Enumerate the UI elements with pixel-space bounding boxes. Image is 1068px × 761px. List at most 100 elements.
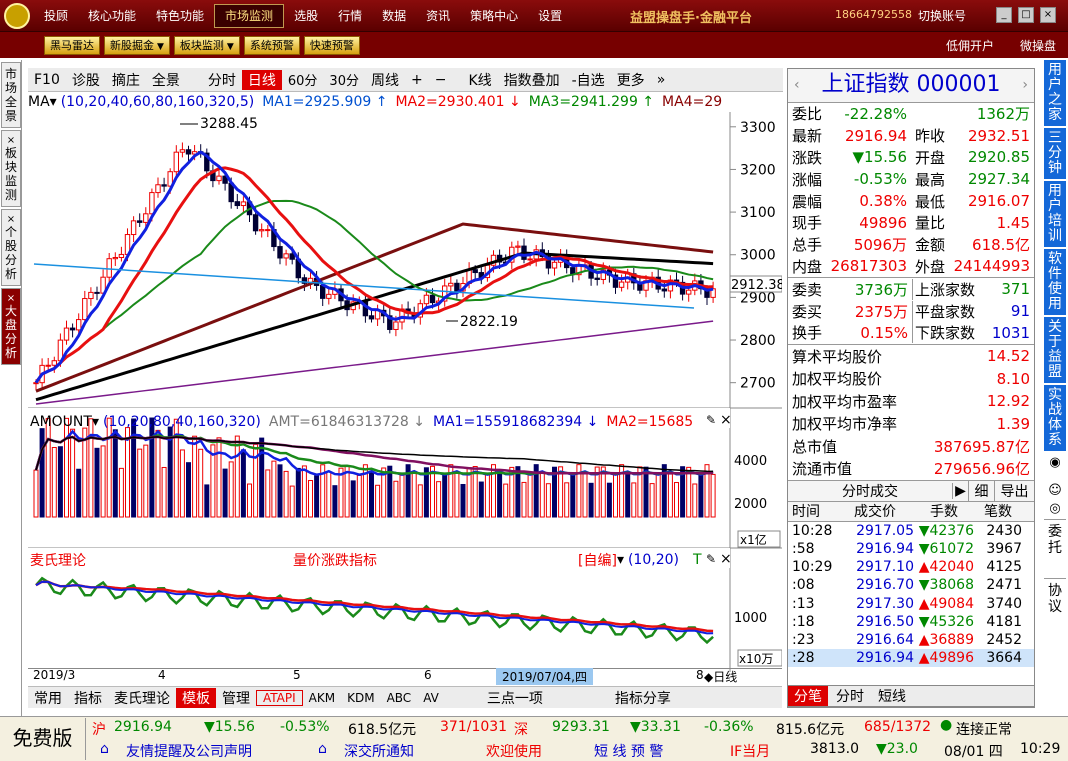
kline-chart[interactable]: 3300320031003000290028002700 3288.45 282… — [28, 112, 782, 672]
indicator-tab[interactable]: ABC — [381, 691, 418, 705]
tick-row[interactable]: :23 2916.64 ▲36889 2452 — [788, 631, 1034, 649]
menu-item[interactable]: 设置 — [528, 5, 572, 27]
export-button[interactable]: 导出 — [994, 480, 1034, 501]
indicator-tab[interactable]: AKM — [303, 691, 341, 705]
close-icon[interactable]: × — [720, 551, 732, 567]
play-icon[interactable]: ▶ — [952, 482, 968, 499]
kline-dropdown[interactable]: K线 — [462, 70, 497, 90]
right-tab[interactable]: 实战体系 — [1044, 385, 1066, 451]
chart-tool[interactable]: F10 — [28, 72, 66, 88]
ma-label[interactable]: MA — [28, 94, 50, 110]
indicator-tab[interactable]: 麦氏理论 — [108, 688, 176, 708]
low-commission-link[interactable]: 低佣开户 — [946, 37, 994, 54]
user-icon[interactable]: ☺ — [1044, 483, 1066, 501]
more-dropdown[interactable]: 更多 — [611, 70, 651, 90]
menu-item[interactable]: 行情 — [328, 5, 372, 27]
toolbar-button-label: 新股掘金 — [110, 38, 154, 52]
indicator-tab-active[interactable]: 模板 — [176, 687, 216, 708]
settings-icon[interactable]: ✎ — [706, 552, 716, 566]
tab-ticks[interactable]: 分笔 — [788, 686, 828, 706]
toolbar-button[interactable]: 快速预警 — [303, 35, 360, 55]
toolbar-button[interactable]: 板块监测 ▼ — [173, 35, 240, 55]
menu-item-active[interactable]: 市场监测 — [214, 4, 285, 28]
detail-button[interactable]: 细 — [968, 480, 994, 501]
prev-arrow-icon[interactable]: ‹ — [794, 69, 800, 101]
auto-edit-link[interactable]: [自编] — [578, 550, 617, 570]
micro-trading-link[interactable]: 微操盘 — [1020, 37, 1056, 54]
dropdown-arrow-icon[interactable]: ▾ — [617, 552, 624, 568]
chart-tool[interactable]: 诊股 — [66, 70, 106, 90]
tick-row[interactable]: :08 2916.70 ▼38068 2471 — [788, 576, 1034, 594]
period-tab[interactable]: 30分 — [323, 70, 365, 89]
switch-account-link[interactable]: 切换账号 — [918, 7, 966, 24]
close-icon[interactable]: × — [2, 293, 20, 304]
minimize-icon[interactable]: _ — [996, 7, 1012, 23]
toolbar-button[interactable]: 新股掘金 ▼ — [104, 35, 170, 55]
notice-link[interactable]: 深交所通知 — [344, 741, 414, 761]
indicator-tab[interactable]: 常用 — [28, 688, 68, 708]
toolbar-button[interactable]: 黑马雷达 — [44, 35, 100, 55]
chat-icon[interactable]: ◉ — [1044, 455, 1066, 473]
period-tab[interactable]: 周线 — [365, 70, 405, 90]
index-overlay-dropdown[interactable]: 指数叠加 — [498, 70, 566, 90]
right-tab[interactable]: 用户之家 — [1044, 60, 1066, 126]
left-tab[interactable]: 市场全景 — [1, 62, 21, 128]
menu-item[interactable]: 核心功能 — [78, 5, 146, 27]
notice-link[interactable]: 友情提醒及公司声明 — [126, 741, 252, 761]
link-icon[interactable]: ◎ — [1044, 501, 1066, 519]
daily-label[interactable]: ◆日线 — [704, 668, 737, 685]
left-tab-active[interactable]: × 大盘分析 — [1, 288, 21, 365]
agreement-button[interactable]: 协议 — [1044, 578, 1066, 619]
right-tab[interactable]: 关于益盟 — [1044, 317, 1066, 383]
tick-row[interactable]: 10:28 2917.05 ▼42376 2430 — [788, 522, 1034, 540]
order-button[interactable]: 委托 — [1044, 519, 1066, 560]
close-icon[interactable]: × — [720, 412, 732, 428]
toolbar-button[interactable]: 系统预警 — [243, 35, 300, 55]
menu-item[interactable]: 资讯 — [416, 5, 460, 27]
right-tab[interactable]: 用户培训 — [1044, 181, 1066, 247]
tick-row[interactable]: :13 2917.30 ▲49084 3740 — [788, 595, 1034, 613]
menu-item[interactable]: 策略中心 — [460, 5, 528, 27]
period-tab[interactable]: 分时 — [202, 70, 242, 90]
chart-tool[interactable]: 摘庄 — [106, 70, 146, 90]
period-tab-active[interactable]: 日线 — [241, 69, 282, 90]
amount-label[interactable]: AMOUNT — [30, 414, 92, 430]
indicator-tab[interactable]: 指标 — [68, 688, 108, 708]
maximize-icon[interactable]: □ — [1018, 7, 1034, 23]
watchlist-dropdown[interactable]: -自选 — [566, 70, 611, 90]
dropdown-arrow-icon[interactable]: ▾ — [92, 414, 99, 430]
menu-item[interactable]: 特色功能 — [146, 5, 214, 27]
tick-row[interactable]: :18 2916.50 ▼45326 4181 — [788, 613, 1034, 631]
close-icon[interactable]: × — [1040, 7, 1056, 23]
menu-item[interactable]: 选股 — [284, 5, 328, 27]
close-icon[interactable]: × — [2, 135, 20, 146]
right-tab[interactable]: 三分钟 — [1044, 128, 1066, 179]
indicator-tab[interactable]: 三点一项 — [481, 688, 549, 708]
chart-tool[interactable]: 全景 — [146, 70, 186, 90]
tab-shortline[interactable]: 短线 — [872, 686, 912, 706]
tick-row[interactable]: 10:29 2917.10 ▲42040 4125 — [788, 558, 1034, 576]
indicator-tab[interactable]: KDM — [341, 691, 380, 705]
right-tab[interactable]: 软件使用 — [1044, 249, 1066, 315]
left-tab[interactable]: × 个股分析 — [1, 209, 21, 286]
menu-item[interactable]: 数据 — [372, 5, 416, 27]
tab-timeshare[interactable]: 分时 — [828, 686, 872, 706]
left-tab[interactable]: × 板块监测 — [1, 130, 21, 207]
close-icon[interactable]: × — [2, 214, 20, 225]
settings-icon[interactable]: ✎ — [706, 413, 716, 427]
tick-row[interactable]: :28 2916.94 ▲49896 3664 — [788, 649, 1034, 668]
menu-item[interactable]: 投顾 — [34, 5, 78, 27]
zoom-in-button[interactable]: + — [405, 72, 429, 88]
ticks-list[interactable]: 10:28 2917.05 ▼42376 2430:58 2916.94 ▼61072 39… — [788, 522, 1034, 668]
period-tab[interactable]: 60分 — [282, 70, 324, 89]
dropdown-arrow-icon[interactable]: ▾ — [50, 94, 57, 110]
indicator-share-dropdown[interactable]: 指标分享 — [609, 688, 677, 708]
indicator-tab[interactable]: ATAPI — [256, 689, 303, 706]
indicator-tab[interactable]: AV — [417, 691, 445, 705]
tick-row[interactable]: :58 2916.94 ▼61072 3967 — [788, 540, 1034, 558]
indicator-tab[interactable]: 管理 — [216, 688, 256, 708]
expand-button[interactable]: » — [651, 72, 672, 88]
short-alert-link[interactable]: 短 线 预 警 — [594, 741, 663, 761]
next-arrow-icon[interactable]: › — [1022, 69, 1028, 101]
zoom-out-button[interactable]: − — [429, 72, 453, 88]
